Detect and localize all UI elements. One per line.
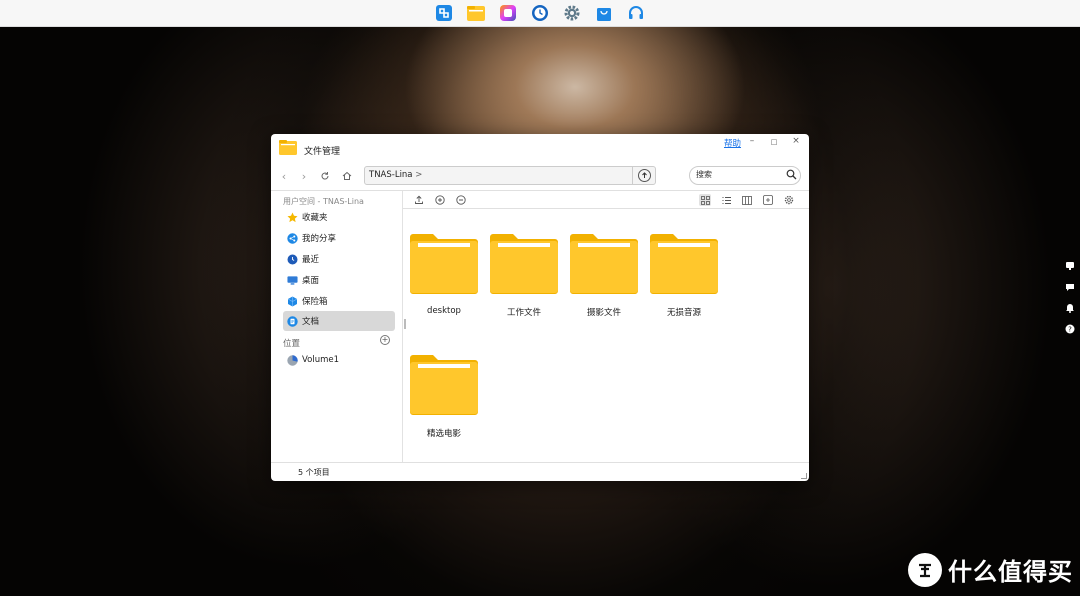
photo-app-icon[interactable] bbox=[497, 2, 519, 24]
folder-name: desktop bbox=[427, 306, 461, 316]
recent-icon bbox=[287, 254, 298, 265]
support-headset-icon[interactable] bbox=[625, 2, 647, 24]
safe-box-icon bbox=[287, 296, 298, 307]
settings-icon[interactable] bbox=[783, 194, 795, 206]
sidebar: 用户空间 - TNAS-Lina 收藏夹 我的分享 最近 桌面 保险箱 文档 位… bbox=[271, 191, 402, 462]
file-manager-icon[interactable] bbox=[465, 2, 487, 24]
status-bar: 5 个项目 bbox=[271, 462, 809, 481]
sidebar-item-desktop[interactable]: 桌面 bbox=[283, 270, 395, 290]
folder-icon bbox=[410, 234, 478, 294]
location-heading: 位置 bbox=[283, 339, 301, 349]
user-space-heading: 用户空间 - TNAS-Lina bbox=[283, 197, 364, 206]
sidebar-item-label: 收藏夹 bbox=[302, 213, 328, 223]
watermark: 什么值得买 bbox=[908, 552, 1073, 587]
forward-icon[interactable]: › bbox=[297, 169, 311, 183]
folder-item-work-files[interactable]: 工作文件 bbox=[484, 233, 564, 318]
control-panel-icon[interactable] bbox=[433, 2, 455, 24]
folder-name: 精选电影 bbox=[426, 429, 461, 439]
watermark-logo bbox=[908, 552, 942, 587]
folder-name: 摄影文件 bbox=[586, 308, 621, 318]
watermark-text: 什么值得买 bbox=[948, 558, 1073, 586]
share-icon bbox=[287, 232, 298, 244]
settings-gear-icon[interactable] bbox=[561, 2, 583, 24]
breadcrumb: TNAS-Lina > bbox=[369, 170, 423, 180]
close-button[interactable]: × bbox=[790, 136, 802, 146]
refresh-icon[interactable] bbox=[318, 169, 332, 183]
side-toolbar: ? bbox=[1064, 260, 1076, 335]
top-dock bbox=[0, 0, 1080, 27]
help-icon[interactable]: ? bbox=[1064, 323, 1076, 335]
folder-name: 无损音源 bbox=[666, 308, 701, 318]
sidebar-item-label: 桌面 bbox=[302, 276, 320, 286]
path-bar[interactable]: TNAS-Lina > bbox=[364, 166, 656, 185]
folder-icon bbox=[410, 355, 478, 415]
sidebar-item-documents[interactable]: 文档 bbox=[283, 311, 395, 331]
sidebar-item-label: Volume1 bbox=[302, 355, 340, 365]
add-panel-icon[interactable] bbox=[762, 194, 774, 206]
upload-arrow-icon[interactable] bbox=[638, 169, 651, 182]
search-icon[interactable] bbox=[786, 169, 797, 183]
sidebar-item-label: 最近 bbox=[302, 255, 320, 265]
sidebar-item-label: 文档 bbox=[302, 317, 320, 327]
new-item-plus-icon[interactable] bbox=[434, 194, 446, 206]
item-count: 5 个项目 bbox=[298, 468, 330, 477]
document-icon bbox=[287, 315, 298, 327]
folder-icon bbox=[650, 234, 718, 294]
monitor-icon[interactable] bbox=[1064, 260, 1076, 272]
sidebar-item-label: 我的分享 bbox=[302, 234, 337, 244]
sidebar-item-my-shares[interactable]: 我的分享 bbox=[283, 228, 395, 248]
sidebar-item-favorites[interactable]: 收藏夹 bbox=[283, 207, 395, 227]
title-bar[interactable]: 文件管理 帮助 – □ × bbox=[271, 134, 809, 164]
list-view-icon[interactable] bbox=[720, 194, 732, 206]
path-divider bbox=[632, 167, 633, 184]
resize-grip[interactable] bbox=[801, 473, 807, 479]
app-store-bag-icon[interactable] bbox=[593, 2, 615, 24]
maximize-button[interactable]: □ bbox=[768, 138, 780, 146]
bell-icon[interactable] bbox=[1064, 302, 1076, 314]
column-view-icon[interactable] bbox=[741, 194, 753, 206]
back-icon[interactable]: ‹ bbox=[277, 169, 291, 183]
add-location-button[interactable]: + bbox=[380, 335, 390, 345]
help-link[interactable]: 帮助 bbox=[724, 137, 741, 149]
sidebar-item-volume1[interactable]: Volume1 bbox=[283, 350, 395, 370]
search-box[interactable] bbox=[689, 166, 801, 185]
folder-item-lossless-audio[interactable]: 无损音源 bbox=[644, 233, 724, 318]
more-options-icon[interactable] bbox=[455, 194, 467, 206]
message-icon[interactable] bbox=[1064, 281, 1076, 293]
folder-name: 工作文件 bbox=[506, 308, 541, 318]
folder-icon bbox=[490, 234, 558, 294]
grid-view-icon[interactable] bbox=[699, 194, 711, 206]
file-grid: desktop 工作文件 摄影文件 无损音源 精选电影 bbox=[403, 210, 809, 462]
home-icon[interactable] bbox=[340, 169, 354, 183]
window-title: 文件管理 bbox=[304, 147, 341, 157]
navigation-toolbar: ‹ › TNAS-Lina > bbox=[271, 164, 809, 188]
folder-item-desktop[interactable]: desktop bbox=[404, 233, 484, 316]
upload-icon[interactable] bbox=[413, 194, 425, 206]
sidebar-item-safe-box[interactable]: 保险箱 bbox=[283, 291, 395, 311]
svg-text:?: ? bbox=[1068, 326, 1072, 334]
sidebar-item-label: 保险箱 bbox=[302, 297, 328, 307]
desktop-icon bbox=[287, 275, 298, 286]
folder-item-photography-files[interactable]: 摄影文件 bbox=[564, 233, 644, 318]
volume-disk-icon bbox=[287, 354, 298, 366]
folder-item-selected-movies[interactable]: 精选电影 bbox=[404, 354, 484, 439]
folder-icon bbox=[570, 234, 638, 294]
clock-icon[interactable] bbox=[529, 2, 551, 24]
sidebar-item-recent[interactable]: 最近 bbox=[283, 249, 395, 269]
content-toolbar bbox=[403, 191, 809, 209]
minimize-button[interactable]: – bbox=[746, 136, 758, 146]
folder-icon bbox=[279, 140, 297, 158]
search-input[interactable] bbox=[696, 170, 786, 179]
file-manager-window: 文件管理 帮助 – □ × ‹ › TNAS-Lina > 用户 bbox=[271, 134, 809, 481]
star-icon bbox=[287, 212, 298, 223]
